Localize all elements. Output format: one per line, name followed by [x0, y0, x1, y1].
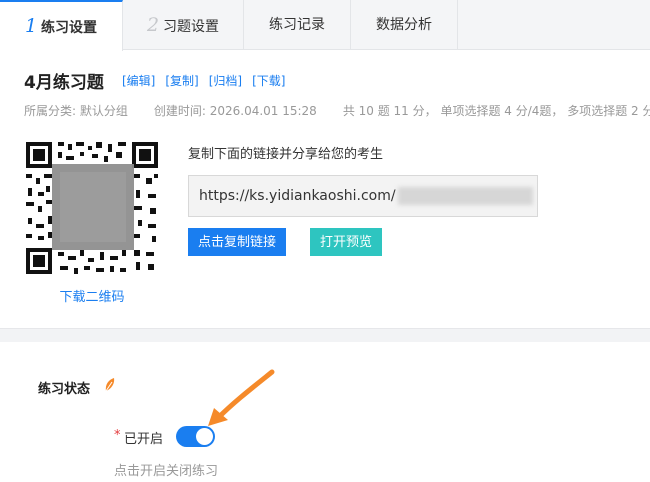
created-time-text: 创建时间: 2026.04.01 15:28: [153, 104, 317, 118]
share-url-field[interactable]: https://ks.yidiankaoshi.com/: [188, 175, 538, 217]
tab-label: 数据分析: [376, 17, 432, 33]
download-qr-link[interactable]: 下载二维码: [22, 286, 162, 305]
tab-label: 习题设置: [163, 19, 220, 35]
qr-code: [22, 138, 162, 278]
url-redacted: [397, 187, 533, 205]
tab-question-settings[interactable]: 2 习题设置: [123, 0, 244, 50]
tab-number: 1: [24, 15, 38, 37]
leaf-icon: [105, 378, 115, 392]
download-link[interactable]: [下载]: [252, 74, 285, 88]
practice-status-label: 练习状态: [38, 382, 91, 397]
copy-link[interactable]: [复制]: [165, 74, 198, 88]
page-title: 4月练习题: [24, 73, 104, 93]
tab-label: 练习设置: [41, 20, 98, 36]
share-url-text: https://ks.yidiankaoshi.com/: [199, 188, 396, 204]
title-actions: [编辑] [复制] [归档] [下载]: [122, 72, 296, 89]
category-text: 所属分类: 默认分组: [24, 104, 128, 118]
required-mark: *: [114, 428, 121, 443]
tab-data-analysis[interactable]: 数据分析: [351, 0, 458, 50]
copy-link-button[interactable]: 点击复制链接: [188, 228, 287, 256]
tab-practice-records[interactable]: 练习记录: [244, 0, 351, 50]
tab-bar: 1 练习设置 2 习题设置 练习记录 数据分析: [0, 0, 650, 51]
section-divider: [0, 328, 650, 342]
score-summary-text: 共 10 题 11 分， 单项选择题 4 分/4题， 多项选择题 2 分/: [342, 104, 650, 118]
tab-label: 练习记录: [269, 17, 325, 33]
status-open-label: 已开启: [124, 432, 164, 447]
open-preview-button[interactable]: 打开预览: [310, 228, 383, 256]
tab-practice-settings[interactable]: 1 练习设置: [0, 0, 123, 51]
toggle-hint: 点击开启关闭练习: [114, 464, 219, 479]
share-tip: 复制下面的链接并分享给您的考生: [188, 147, 384, 162]
edit-link[interactable]: [编辑]: [122, 74, 155, 88]
toggle-knob: [196, 428, 213, 445]
arrow-annotation-icon: [208, 369, 275, 426]
archive-link[interactable]: [归档]: [209, 74, 242, 88]
meta-info: 所属分类: 默认分组 创建时间: 2026.04.01 15:28 共 10 题 1…: [24, 102, 650, 119]
tab-number: 2: [146, 14, 160, 36]
